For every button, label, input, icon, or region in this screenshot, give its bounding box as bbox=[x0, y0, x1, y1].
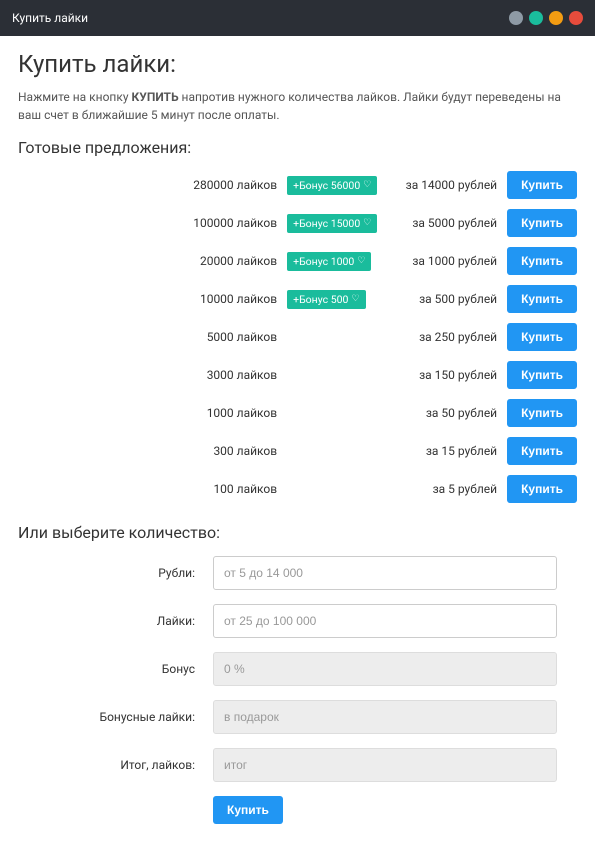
buy-button[interactable]: Купить bbox=[507, 437, 577, 465]
offer-row: 1000 лайков за 50 рублей Купить bbox=[18, 399, 577, 427]
buy-button[interactable]: Купить bbox=[507, 247, 577, 275]
bonus-badge: +Бонус 56000♡ bbox=[287, 176, 377, 195]
offer-bonus-col: +Бонус 500♡ bbox=[287, 290, 377, 309]
offer-likes: 100 лайков bbox=[177, 482, 277, 496]
offer-likes: 100000 лайков bbox=[177, 216, 277, 230]
intro-pre: Нажмите на кнопку bbox=[18, 90, 132, 104]
offer-bonus-col: +Бонус 56000♡ bbox=[287, 176, 377, 195]
offer-row: 20000 лайков +Бонус 1000♡ за 1000 рублей Ку… bbox=[18, 247, 577, 275]
likes-input[interactable] bbox=[213, 604, 557, 638]
bonus-text: +Бонус 56000 bbox=[293, 179, 360, 192]
window-controls bbox=[509, 11, 583, 25]
offer-likes: 20000 лайков bbox=[177, 254, 277, 268]
total-row: Итог, лайков: bbox=[18, 748, 577, 782]
total-label: Итог, лайков: bbox=[18, 758, 213, 772]
page-title: Купить лайки: bbox=[18, 50, 577, 78]
buy-button[interactable]: Купить bbox=[507, 209, 577, 237]
bonus-likes-row: Бонусные лайки: bbox=[18, 700, 577, 734]
offer-price: за 14000 рублей bbox=[387, 178, 497, 192]
buy-button[interactable]: Купить bbox=[507, 399, 577, 427]
bonus-badge: +Бонус 500♡ bbox=[287, 290, 365, 309]
heart-icon: ♡ bbox=[351, 294, 359, 304]
offer-likes: 5000 лайков bbox=[177, 330, 277, 344]
likes-label: Лайки: bbox=[18, 614, 213, 628]
heart-icon: ♡ bbox=[357, 256, 365, 266]
offer-row: 10000 лайков +Бонус 500♡ за 500 рублей Купи… bbox=[18, 285, 577, 313]
offer-bonus-col: +Бонус 15000♡ bbox=[287, 214, 377, 233]
offer-row: 300 лайков за 15 рублей Купить bbox=[18, 437, 577, 465]
rubles-label: Рубли: bbox=[18, 566, 213, 580]
window-title: Купить лайки bbox=[12, 11, 88, 25]
bonus-likes-label: Бонусные лайки: bbox=[18, 710, 213, 724]
bonus-text: +Бонус 1000 bbox=[293, 255, 354, 268]
bonus-badge: +Бонус 15000♡ bbox=[287, 214, 377, 233]
offers-heading: Готовые предложения: bbox=[18, 138, 577, 157]
heart-icon: ♡ bbox=[363, 180, 371, 190]
offer-likes: 1000 лайков bbox=[177, 406, 277, 420]
offer-row: 5000 лайков за 250 рублей Купить bbox=[18, 323, 577, 351]
bonus-text: +Бонус 15000 bbox=[293, 217, 360, 230]
close-button[interactable] bbox=[569, 11, 583, 25]
buy-button[interactable]: Купить bbox=[507, 323, 577, 351]
bonus-text: +Бонус 500 bbox=[293, 293, 348, 306]
bonus-likes-input bbox=[213, 700, 557, 734]
minimize-button[interactable] bbox=[549, 11, 563, 25]
offer-row: 100000 лайков +Бонус 15000♡ за 5000 рублей… bbox=[18, 209, 577, 237]
offer-likes: 10000 лайков bbox=[177, 292, 277, 306]
buy-button[interactable]: Купить bbox=[507, 475, 577, 503]
offer-row: 280000 лайков +Бонус 56000♡ за 14000 рубле… bbox=[18, 171, 577, 199]
offer-price: за 5 рублей bbox=[387, 482, 497, 496]
window-button-2[interactable] bbox=[529, 11, 543, 25]
offer-bonus-col: +Бонус 1000♡ bbox=[287, 252, 377, 271]
total-input bbox=[213, 748, 557, 782]
offer-price: за 15 рублей bbox=[387, 444, 497, 458]
offer-price: за 5000 рублей bbox=[387, 216, 497, 230]
window-button-1[interactable] bbox=[509, 11, 523, 25]
rubles-input[interactable] bbox=[213, 556, 557, 590]
buy-button[interactable]: Купить bbox=[507, 171, 577, 199]
offer-price: за 500 рублей bbox=[387, 292, 497, 306]
offer-price: за 150 рублей bbox=[387, 368, 497, 382]
offer-row: 100 лайков за 5 рублей Купить bbox=[18, 475, 577, 503]
offer-likes: 280000 лайков bbox=[177, 178, 277, 192]
likes-row: Лайки: bbox=[18, 604, 577, 638]
offers-list: 280000 лайков+Бонус 56000♡за 14000 рубле… bbox=[18, 171, 577, 503]
offer-likes: 3000 лайков bbox=[177, 368, 277, 382]
bonus-label: Бонус bbox=[18, 662, 213, 676]
bonus-badge: +Бонус 1000♡ bbox=[287, 252, 371, 271]
bonus-input bbox=[213, 652, 557, 686]
titlebar: Купить лайки bbox=[0, 0, 595, 36]
buy-button[interactable]: Купить bbox=[507, 361, 577, 389]
offer-price: за 250 рублей bbox=[387, 330, 497, 344]
rubles-row: Рубли: bbox=[18, 556, 577, 590]
buy-button[interactable]: Купить bbox=[507, 285, 577, 313]
submit-button[interactable]: Купить bbox=[213, 796, 283, 824]
heart-icon: ♡ bbox=[363, 218, 371, 228]
custom-heading: Или выберите количество: bbox=[18, 523, 577, 542]
offer-price: за 50 рублей bbox=[387, 406, 497, 420]
bonus-row: Бонус bbox=[18, 652, 577, 686]
offer-likes: 300 лайков bbox=[177, 444, 277, 458]
offer-price: за 1000 рублей bbox=[387, 254, 497, 268]
intro-text: Нажмите на кнопку КУПИТЬ напротив нужног… bbox=[18, 88, 577, 124]
content: Купить лайки: Нажмите на кнопку КУПИТЬ н… bbox=[0, 36, 595, 848]
intro-bold: КУПИТЬ bbox=[132, 90, 179, 104]
offer-row: 3000 лайков за 150 рублей Купить bbox=[18, 361, 577, 389]
